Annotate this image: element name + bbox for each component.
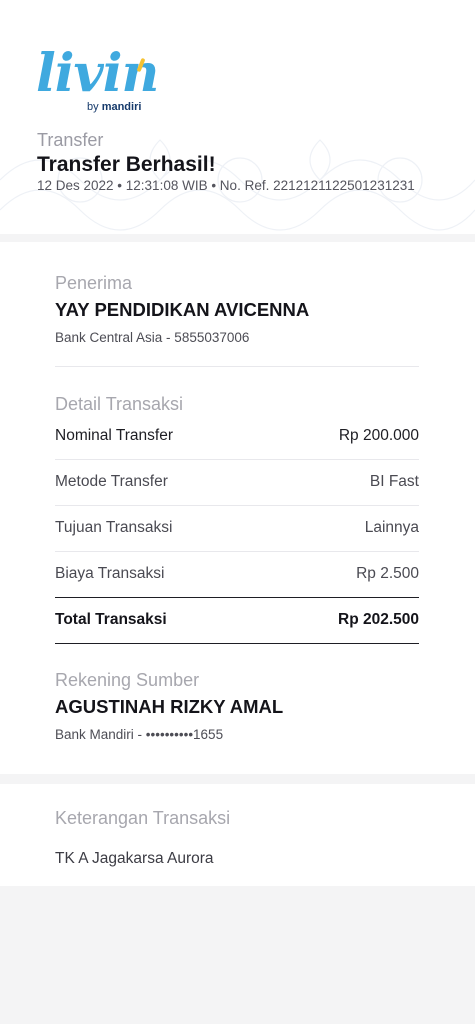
- detail-row-value: Rp 200.000: [338, 427, 419, 444]
- detail-row-purpose: Tujuan Transaksi Lainnya: [55, 506, 419, 552]
- detail-row-label: Metode Transfer: [55, 473, 168, 490]
- transaction-meta: 12 Des 2022 • 12:31:08 WIB • No. Ref. 22…: [37, 178, 415, 193]
- notes-section-label: Keterangan Transaksi: [55, 808, 231, 828]
- detail-row-method: Metode Transfer BI Fast: [55, 460, 419, 506]
- source-bank-account: Bank Mandiri - ••••••••••1655: [55, 727, 224, 742]
- notes-text: TK A Jagakarsa Aurora: [55, 850, 214, 867]
- logo-wordmark: livin: [36, 43, 159, 104]
- detail-row-value: BI Fast: [369, 473, 419, 490]
- logo-mandiri-text: mandiri: [101, 101, 142, 113]
- detail-row-fee: Biaya Transaksi Rp 2.500: [55, 552, 419, 598]
- detail-row-total: Total Transaksi Rp 202.500: [55, 598, 419, 644]
- total-label: Total Transaksi: [55, 611, 167, 628]
- recipient-bank-account: Bank Central Asia - 5855037006: [55, 330, 250, 345]
- details-section-label: Detail Transaksi: [55, 394, 184, 414]
- total-value: Rp 202.500: [338, 611, 419, 628]
- logo-by-text: by: [87, 101, 99, 113]
- logo-subtitle: by mandiri: [87, 100, 141, 114]
- recipient-section-label: Penerima: [55, 273, 133, 293]
- row-divider: [55, 642, 419, 644]
- section-divider: [55, 366, 419, 367]
- detail-row-value: Lainnya: [364, 519, 419, 536]
- notes-card: Keterangan Transaksi TK A Jagakarsa Auro…: [0, 784, 475, 886]
- livin-mandiri-logo: livin by mandiri: [36, 43, 159, 118]
- page-title: Transfer Berhasil!: [37, 153, 216, 176]
- detail-row-nominal: Nominal Transfer Rp 200.000: [55, 414, 419, 460]
- detail-row-label: Biaya Transaksi: [55, 565, 165, 582]
- receipt-header: livin by mandiri Transfer Transfer Berha…: [0, 0, 475, 234]
- source-section-label: Rekening Sumber: [55, 670, 200, 690]
- detail-row-value: Rp 2.500: [356, 565, 419, 582]
- transaction-details-card: Penerima YAY PENDIDIKAN AVICENNA Bank Ce…: [0, 242, 475, 774]
- detail-row-label: Nominal Transfer: [55, 427, 174, 444]
- recipient-name: YAY PENDIDIKAN AVICENNA: [55, 299, 310, 320]
- source-account-name: AGUSTINAH RIZKY AMAL: [55, 696, 284, 717]
- detail-row-label: Tujuan Transaksi: [55, 519, 173, 536]
- transaction-type: Transfer: [37, 130, 104, 150]
